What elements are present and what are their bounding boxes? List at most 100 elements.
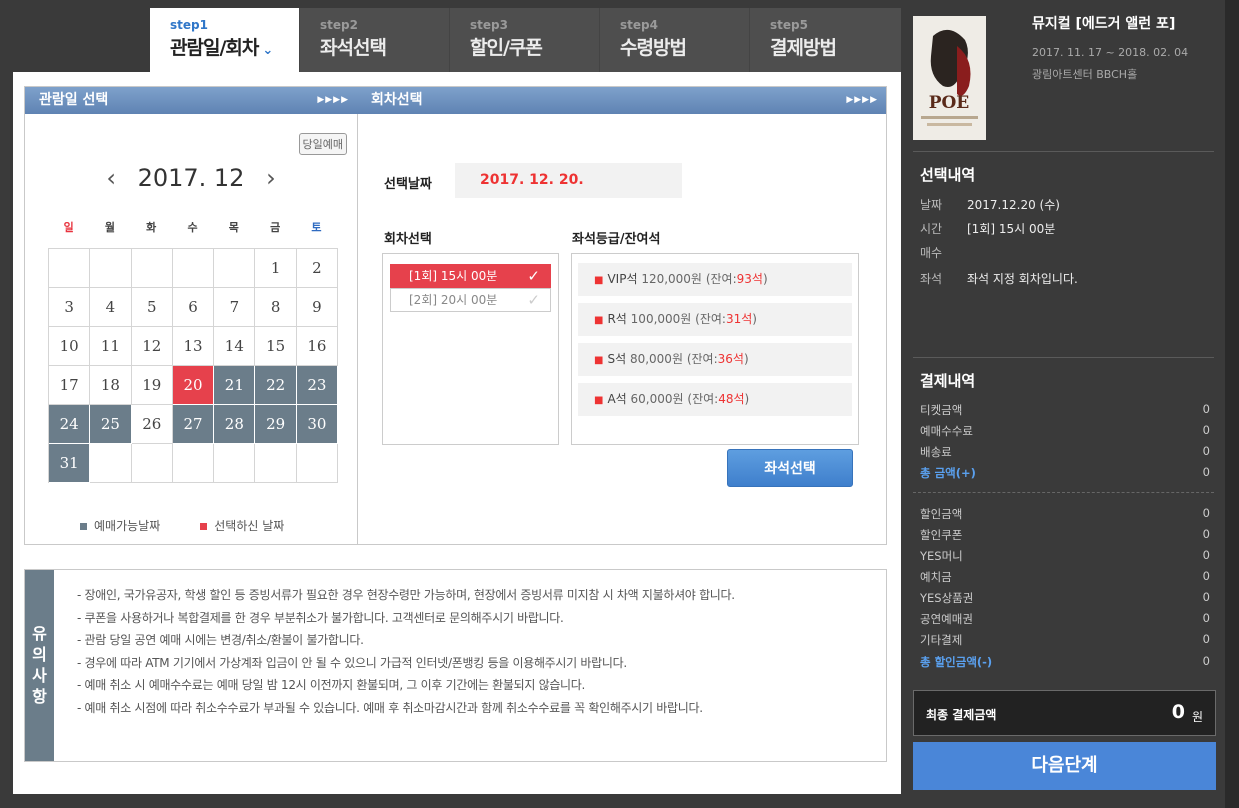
legend-swatch-selected <box>200 523 208 530</box>
grade-price: 100,000원 <box>630 312 692 326</box>
notice-item: - 예매 취소 시점에 따라 취소수수료가 부과될 수 있습니다. 예매 후 취… <box>77 700 703 715</box>
payment-row: 총 할인금액(-) 0 <box>920 654 1210 670</box>
step-tab-5[interactable]: step5 결제방법 <box>750 8 901 72</box>
step-tab-4[interactable]: step4 수령방법 <box>600 8 750 72</box>
calendar-empty-cell <box>131 249 173 288</box>
calendar-day[interactable]: 22 <box>255 366 297 405</box>
payment-value: 0 <box>1202 654 1210 668</box>
calendar-day: 13 <box>172 327 215 366</box>
weekday-header: 일 월 화 수 목 금 토 <box>48 219 337 235</box>
date-selection-panel: 관람일 선택 ▶▶▶▶ 당일예매 ‹ 2017. 12 › 일 월 화 수 목 … <box>24 86 358 545</box>
session-option[interactable]: [2회] 20시 00분 ✓ <box>390 288 551 312</box>
calendar-day: 12 <box>131 327 173 366</box>
payment-key: 공연예매권 <box>920 612 973 626</box>
remain-prefix: (잔여: <box>687 392 719 406</box>
grade-price: 120,000원 <box>641 272 702 286</box>
notice-list: - 장애인, 국가유공자, 학생 할인 등 증빙서류가 필요한 경우 현장수령만… <box>77 584 735 719</box>
payment-row: 기타결제 0 <box>920 632 1210 648</box>
grade-price: 60,000원 <box>630 392 684 406</box>
payment-value: 0 <box>1202 527 1210 541</box>
calendar-day[interactable]: 25 <box>90 405 132 444</box>
calendar-day[interactable]: 31 <box>49 444 91 483</box>
selection-row: 날짜 2017.12.20 (수) <box>920 196 1206 213</box>
payment-key: 할인쿠폰 <box>920 528 963 542</box>
step-tabs: step1 관람일/회차 ⌄ step2 좌석선택 step3 할인/쿠폰 ste… <box>150 8 901 72</box>
payment-value: 0 <box>1202 465 1210 479</box>
calendar-day: 4 <box>90 288 132 327</box>
selection-title: 선택내역 <box>920 166 976 184</box>
seat-grade-row: ■ A석 60,000원 (잔여:48석) <box>578 383 852 416</box>
show-dates: 2017. 11. 17 ~ 2018. 02. 04 <box>1032 46 1189 59</box>
bullet-icon: ■ <box>594 395 604 406</box>
remain-count: 93석 <box>736 272 763 286</box>
step-number: step1 <box>170 18 208 32</box>
payment-row: 할인쿠폰 0 <box>920 527 1210 543</box>
calendar-day: 15 <box>255 327 297 366</box>
calendar-day[interactable]: 30 <box>296 405 339 444</box>
payment-value: 0 <box>1202 423 1210 437</box>
step-label: 좌석선택 <box>320 37 387 59</box>
calendar-day[interactable]: 29 <box>255 405 297 444</box>
step-label: 할인/쿠폰 <box>470 37 543 59</box>
poster-title: POE <box>929 93 970 113</box>
next-step-button[interactable]: 다음단계 <box>913 742 1216 790</box>
final-amount-label: 최종 결제금액 <box>926 708 997 722</box>
selection-value: 좌석 지정 회차입니다. <box>967 272 1078 286</box>
divider <box>913 357 1214 358</box>
calendar-day: 6 <box>172 288 215 327</box>
session-list: [1회] 15시 00분 ✓ [2회] 20시 00분 ✓ <box>382 253 559 445</box>
session-option[interactable]: [1회] 15시 00분 ✓ <box>390 264 551 288</box>
selection-key: 시간 <box>920 222 943 236</box>
calendar-day: 10 <box>49 327 91 366</box>
calendar-legend: 예매가능날짜 선택하신 날짜 <box>80 517 284 534</box>
selection-row: 좌석 좌석 지정 회차입니다. <box>920 270 1206 287</box>
show-venue: 광림아트센터 BBCH홀 <box>1032 68 1138 81</box>
check-icon: ✓ <box>527 291 540 309</box>
remain-suffix: ) <box>762 272 768 286</box>
payment-value: 0 <box>1202 444 1210 458</box>
calendar-day[interactable]: 21 <box>214 366 256 405</box>
calendar-empty-cell <box>255 444 297 483</box>
bullet-icon: ■ <box>594 355 604 366</box>
select-seat-button[interactable]: 좌석선택 <box>727 449 853 487</box>
selection-key: 좌석 <box>920 272 943 286</box>
calendar-day[interactable]: 23 <box>296 366 339 405</box>
payment-key: YES상품권 <box>920 591 974 605</box>
step-tab-2[interactable]: step2 좌석선택 <box>300 8 450 72</box>
selection-value: 2017.12.20 (수) <box>967 198 1060 212</box>
remain-count: 48석 <box>718 392 745 406</box>
month-label: 2017. 12 <box>137 164 245 192</box>
calendar-day[interactable]: 27 <box>172 405 215 444</box>
remain-suffix: ) <box>752 312 757 326</box>
booking-summary-sidebar: POE 뮤지컬 [에드거 앨런 포] 2017. 11. 17 ~ 2018. … <box>902 0 1225 808</box>
calendar-day: 5 <box>131 288 173 327</box>
main-panel: 관람일 선택 ▶▶▶▶ 당일예매 ‹ 2017. 12 › 일 월 화 수 목 … <box>13 72 901 794</box>
payment-value: 0 <box>1202 632 1210 646</box>
calendar-day: 16 <box>296 327 339 366</box>
step-label: 수령방법 <box>620 37 687 59</box>
payment-row: 총 금액(+) 0 <box>920 465 1210 481</box>
show-poster: POE <box>913 16 986 140</box>
session-time: [2회] 20시 00분 <box>409 293 498 307</box>
selected-date-value: 2017. 12. 20. <box>455 163 682 198</box>
final-amount-unit: 원 <box>1191 710 1203 724</box>
prev-month-icon[interactable]: ‹ <box>106 164 116 192</box>
bullet-icon: ■ <box>594 315 604 326</box>
remain-suffix: ) <box>744 392 750 406</box>
payment-value: 0 <box>1202 569 1210 583</box>
payment-row: 공연예매권 0 <box>920 611 1210 627</box>
calendar-day[interactable]: 20 <box>172 366 215 405</box>
seat-grade-row: ■ R석 100,000원 (잔여:31석) <box>578 303 852 336</box>
next-month-icon[interactable]: › <box>266 164 276 192</box>
same-day-booking-button[interactable]: 당일예매 <box>298 133 347 155</box>
step-number: step4 <box>620 18 658 32</box>
payment-row: 배송료 0 <box>920 444 1210 460</box>
calendar-day[interactable]: 24 <box>49 405 91 444</box>
calendar-day: 14 <box>214 327 256 366</box>
panel-title: 회차선택 <box>371 92 423 108</box>
step-tab-1[interactable]: step1 관람일/회차 ⌄ <box>150 8 300 72</box>
calendar-empty-cell <box>172 249 215 288</box>
scrollbar-track[interactable] <box>1225 0 1239 808</box>
calendar-day[interactable]: 28 <box>214 405 256 444</box>
step-tab-3[interactable]: step3 할인/쿠폰 <box>450 8 600 72</box>
